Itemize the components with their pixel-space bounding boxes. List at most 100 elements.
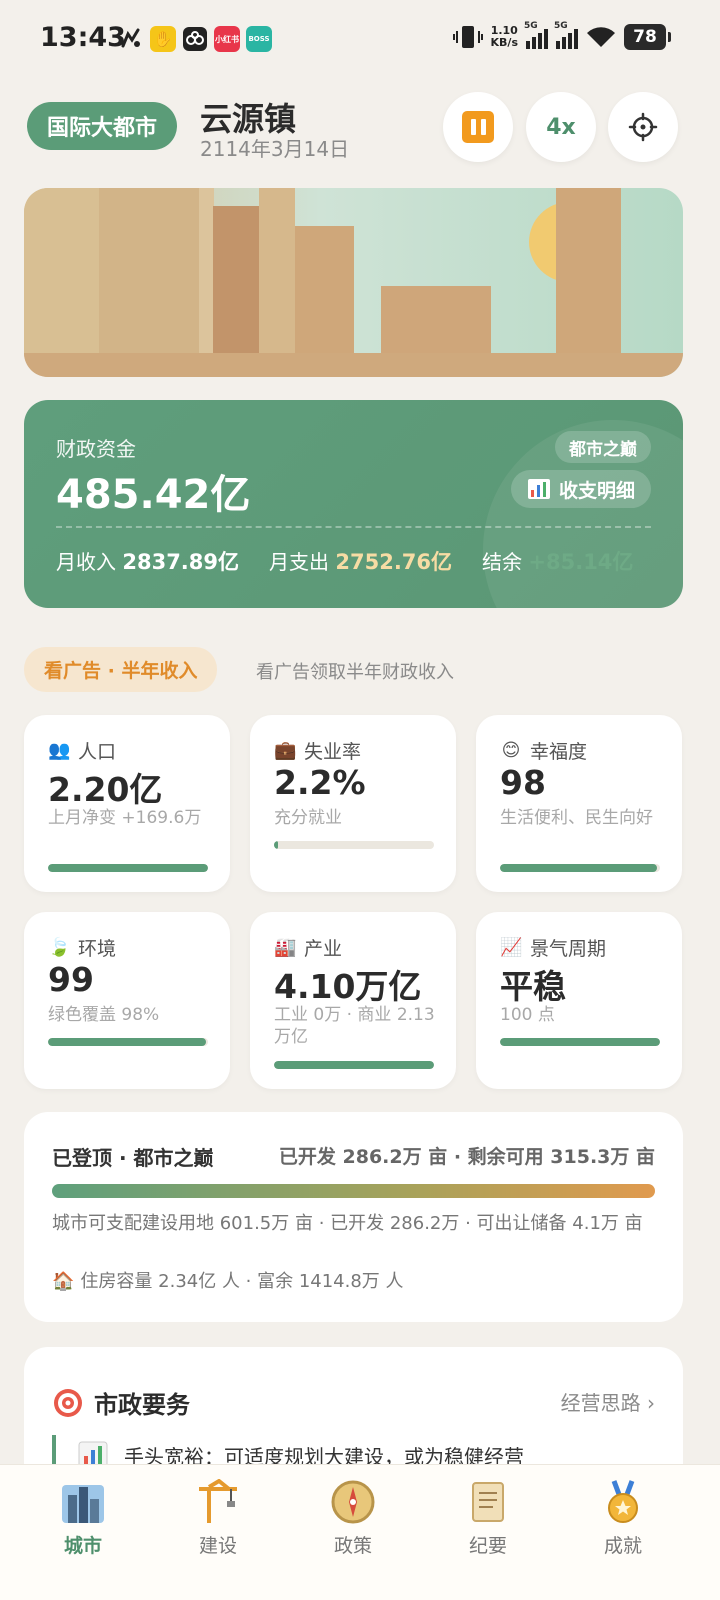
briefcase-icon: 💼 xyxy=(274,740,297,761)
building xyxy=(556,188,621,353)
tab-policy[interactable]: 政策 xyxy=(298,1479,408,1558)
balance-label: 结余 xyxy=(482,550,523,574)
affairs-title: 市政要务 xyxy=(52,1385,190,1420)
leaf-icon: 🍃 xyxy=(48,937,71,958)
stat-label: 失业率 xyxy=(304,741,362,763)
hand-icon: ✋ xyxy=(150,26,176,52)
stat-value: 平稳 xyxy=(500,967,566,1006)
stat-sub: 100 点 xyxy=(500,1005,555,1025)
chart-up-icon: 📈 xyxy=(500,937,523,958)
factory-icon: 🏭 xyxy=(274,937,297,958)
game-date: 2114年3月14日 xyxy=(200,137,350,161)
land-detail: 城市可支配建设用地 601.5万 亩 · 已开发 286.2万 · 可出让储备 … xyxy=(52,1213,643,1234)
city-level-badge[interactable]: 国际大都市 xyxy=(27,102,178,150)
signal-1-icon: 5G xyxy=(524,21,548,49)
stat-value: 4.10万亿 xyxy=(274,967,422,1006)
building xyxy=(381,286,491,353)
expense-label: 月支出 xyxy=(269,550,330,574)
finance-summary: 月收入 2837.89亿 月支出 2752.76亿 结余 +85.14亿 xyxy=(56,546,633,576)
stat-label: 幸福度 xyxy=(530,741,588,763)
stat-label: 环境 xyxy=(78,938,117,960)
finance-card: 财政资金 485.42亿 都市之巅 收支明细 月收入 2837.89亿 月支出 … xyxy=(24,400,683,608)
stat-card-industry[interactable]: 🏭 产业 4.10万亿 工业 0万 · 商业 2.13万亿 xyxy=(250,912,456,1089)
stat-label: 产业 xyxy=(304,938,343,960)
city-icon xyxy=(60,1479,106,1525)
status-bar: 13:43 ✋ 小红书 BOSS 1.10 KB/s 5G 5G 78 xyxy=(0,0,720,80)
status-time: 13:43 xyxy=(40,22,126,53)
stat-progress xyxy=(48,864,208,872)
stat-card-environment[interactable]: 🍃 环境 99 绿色覆盖 98% xyxy=(24,912,230,1089)
stat-value: 2.20亿 xyxy=(48,770,163,809)
watch-ad-button[interactable]: 看广告 · 半年收入 xyxy=(24,647,218,692)
crane-icon xyxy=(195,1479,241,1525)
xianyu-icon xyxy=(121,28,140,48)
settings-button[interactable] xyxy=(608,92,678,162)
bottom-nav: 城市 建设 政策 纪要 成就 xyxy=(0,1464,720,1600)
stat-value: 99 xyxy=(48,960,94,999)
land-title: 已登顶 · 都市之巅 xyxy=(52,1146,214,1170)
compass-icon xyxy=(330,1479,376,1525)
xiaohongshu-icon: 小红书 xyxy=(214,26,240,52)
tier-badge: 都市之巅 xyxy=(555,431,651,463)
target-icon xyxy=(54,1388,82,1417)
stat-sub: 绿色覆盖 98% xyxy=(48,1005,160,1025)
housing-line: 🏠 住房容量 2.34亿 人 · 富余 1414.8万 人 xyxy=(52,1270,652,1294)
land-summary: 已开发 286.2万 亩 · 剩余可用 315.3万 亩 xyxy=(278,1146,655,1168)
balance-value: +85.14亿 xyxy=(528,550,634,574)
stat-value: 2.2% xyxy=(274,763,366,802)
income-detail-label: 收支明细 xyxy=(558,479,635,502)
building xyxy=(24,188,99,353)
vibrate-icon xyxy=(452,26,483,48)
signal-2-icon: 5G xyxy=(554,21,578,49)
notification-icons: ✋ 小红书 BOSS xyxy=(118,26,272,52)
stat-progress xyxy=(500,1038,660,1046)
stat-label: 人口 xyxy=(78,741,117,763)
scroll-icon xyxy=(465,1479,511,1525)
smile-icon: 😊 xyxy=(501,740,521,761)
building xyxy=(259,188,295,353)
ground xyxy=(24,353,683,377)
tab-records[interactable]: 纪要 xyxy=(433,1479,543,1558)
tab-city[interactable]: 城市 xyxy=(28,1479,138,1558)
land-card: 已登顶 · 都市之巅 已开发 286.2万 亩 · 剩余可用 315.3万 亩 … xyxy=(24,1112,683,1322)
income-label: 月收入 xyxy=(56,550,116,574)
divider xyxy=(56,526,651,528)
stat-card-population[interactable]: 👥 人口 2.20亿 上月净变 +169.6万 xyxy=(24,715,230,892)
building xyxy=(199,188,214,353)
bar-chart-icon xyxy=(527,479,550,499)
stat-progress xyxy=(48,1038,208,1046)
boss-icon: BOSS xyxy=(246,26,272,52)
stat-progress xyxy=(274,1061,434,1069)
building xyxy=(99,188,199,353)
tab-achievements[interactable]: 成就 xyxy=(568,1479,678,1558)
stat-sub: 充分就业 xyxy=(274,808,342,828)
stat-value: 98 xyxy=(500,763,546,802)
ad-description: 看广告领取半年财政收入 xyxy=(256,662,454,683)
income-value: 2837.89亿 xyxy=(122,550,240,574)
finance-label: 财政资金 xyxy=(56,437,136,461)
stat-card-economy-cycle[interactable]: 📈 景气周期 平稳 100 点 xyxy=(476,912,682,1089)
city-skyline-banner xyxy=(24,188,683,377)
status-right: 1.10 KB/s 5G 5G 78 xyxy=(452,21,671,50)
pause-icon xyxy=(462,111,494,143)
finance-value: 485.42亿 xyxy=(56,472,251,518)
tab-build[interactable]: 建设 xyxy=(163,1479,273,1558)
people-icon: 👥 xyxy=(48,740,71,761)
stat-sub: 上月净变 +169.6万 xyxy=(48,808,202,828)
stat-progress xyxy=(500,864,660,872)
wifi-icon xyxy=(587,27,615,47)
expense-value: 2752.76亿 xyxy=(335,550,453,574)
stat-card-happiness[interactable]: 😊 幸福度 98 生活便利、民生向好 xyxy=(476,715,682,892)
stat-card-unemployment[interactable]: 💼 失业率 2.2% 充分就业 xyxy=(250,715,456,892)
stat-label: 景气周期 xyxy=(530,938,607,960)
stat-sub: 工业 0万 · 商业 2.13万亿 xyxy=(274,1005,435,1047)
building xyxy=(213,206,259,353)
income-detail-button[interactable]: 收支明细 xyxy=(510,470,651,508)
stat-progress xyxy=(274,841,434,849)
medal-icon xyxy=(600,1479,646,1525)
stat-sub: 生活便利、民生向好 xyxy=(500,808,653,828)
strategy-link[interactable]: 经营思路 › xyxy=(561,1387,655,1416)
pause-button[interactable] xyxy=(443,92,513,162)
house-icon: 🏠 xyxy=(52,1271,75,1292)
speed-button[interactable]: 4x xyxy=(526,92,596,162)
